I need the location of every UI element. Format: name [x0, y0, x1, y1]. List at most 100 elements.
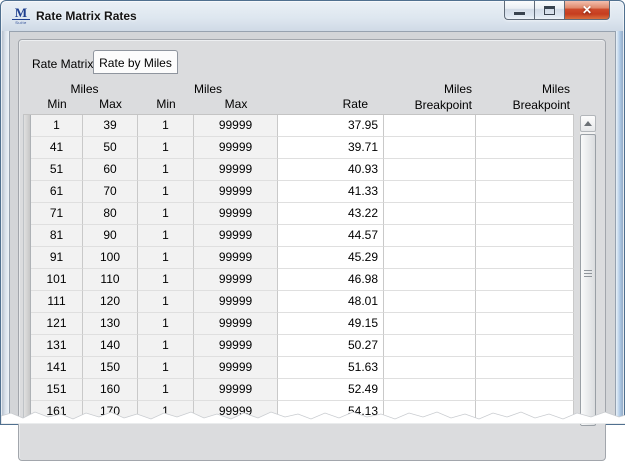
cell-miles-max[interactable]: 50 — [83, 137, 138, 159]
cell-miles-min[interactable]: 151 — [31, 379, 83, 401]
cell-miles-max[interactable]: 100 — [83, 247, 138, 269]
cell-miles-breakpoint-1[interactable] — [384, 225, 476, 247]
cell-miles-breakpoint-2[interactable] — [476, 379, 574, 401]
cell-rate[interactable]: 40.93 — [278, 159, 384, 181]
cell-rate[interactable]: 51.63 — [278, 357, 384, 379]
cell-rate[interactable]: 49.15 — [278, 313, 384, 335]
cell-miles-max[interactable]: 130 — [83, 313, 138, 335]
cell-miles-breakpoint-1[interactable] — [384, 379, 476, 401]
cell-miles2-max[interactable]: 99999 — [194, 159, 278, 181]
cell-miles-max[interactable]: 70 — [83, 181, 138, 203]
cell-miles-max[interactable]: 80 — [83, 203, 138, 225]
cell-rate[interactable]: 39.71 — [278, 137, 384, 159]
cell-miles2-max[interactable]: 99999 — [194, 225, 278, 247]
cell-miles-breakpoint-2[interactable] — [476, 357, 574, 379]
minimize-button[interactable] — [504, 1, 534, 20]
cell-rate[interactable]: 46.98 — [278, 269, 384, 291]
cell-miles-breakpoint-2[interactable] — [476, 269, 574, 291]
cell-miles-min[interactable]: 51 — [31, 159, 83, 181]
cell-miles2-max[interactable]: 99999 — [194, 357, 278, 379]
cell-rate[interactable]: 43.22 — [278, 203, 384, 225]
cell-miles-breakpoint-1[interactable] — [384, 335, 476, 357]
cell-miles-breakpoint-2[interactable] — [476, 313, 574, 335]
cell-miles2-min[interactable]: 1 — [138, 225, 194, 247]
cell-miles-max[interactable]: 140 — [83, 335, 138, 357]
cell-miles2-max[interactable]: 99999 — [194, 181, 278, 203]
cell-miles2-min[interactable]: 1 — [138, 313, 194, 335]
table-row[interactable]: 15116019999952.49 — [31, 379, 574, 401]
cell-miles-max[interactable]: 160 — [83, 379, 138, 401]
cell-miles2-min[interactable]: 1 — [138, 159, 194, 181]
table-row[interactable]: 13919999937.95 — [31, 115, 574, 137]
cell-miles-breakpoint-1[interactable] — [384, 203, 476, 225]
cell-miles-max[interactable]: 60 — [83, 159, 138, 181]
scrollbar-thumb[interactable] — [580, 134, 596, 426]
cell-rate[interactable]: 50.27 — [278, 335, 384, 357]
cell-miles2-min[interactable]: 1 — [138, 291, 194, 313]
cell-miles2-min[interactable]: 1 — [138, 203, 194, 225]
cell-miles-breakpoint-1[interactable] — [384, 247, 476, 269]
cell-miles2-max[interactable]: 99999 — [194, 335, 278, 357]
table-row[interactable]: 14115019999951.63 — [31, 357, 574, 379]
cell-miles-min[interactable]: 141 — [31, 357, 83, 379]
cell-miles2-max[interactable]: 99999 — [194, 379, 278, 401]
cell-miles-breakpoint-2[interactable] — [476, 159, 574, 181]
vertical-scrollbar[interactable] — [579, 115, 595, 426]
cell-miles-min[interactable]: 121 — [31, 313, 83, 335]
table-row[interactable]: 9110019999945.29 — [31, 247, 574, 269]
cell-miles-min[interactable]: 131 — [31, 335, 83, 357]
titlebar[interactable]: M Suite Rate Matrix Rates ✕ — [1, 1, 624, 31]
cell-miles2-min[interactable]: 1 — [138, 357, 194, 379]
cell-miles-breakpoint-1[interactable] — [384, 269, 476, 291]
cell-miles-breakpoint-2[interactable] — [476, 181, 574, 203]
table-row[interactable]: 617019999941.33 — [31, 181, 574, 203]
cell-miles2-max[interactable]: 99999 — [194, 203, 278, 225]
cell-miles-max[interactable]: 120 — [83, 291, 138, 313]
cell-miles-breakpoint-2[interactable] — [476, 203, 574, 225]
row-selector-strip[interactable] — [23, 115, 31, 423]
cell-miles-min[interactable]: 41 — [31, 137, 83, 159]
table-row[interactable]: 516019999940.93 — [31, 159, 574, 181]
cell-miles2-min[interactable]: 1 — [138, 335, 194, 357]
table-row[interactable]: 11112019999948.01 — [31, 291, 574, 313]
cell-miles-breakpoint-2[interactable] — [476, 115, 574, 137]
cell-miles-breakpoint-2[interactable] — [476, 291, 574, 313]
cell-miles-breakpoint-1[interactable] — [384, 357, 476, 379]
cell-miles-max[interactable]: 110 — [83, 269, 138, 291]
cell-miles-min[interactable]: 111 — [31, 291, 83, 313]
cell-miles-min[interactable]: 1 — [31, 115, 83, 137]
cell-rate[interactable]: 44.57 — [278, 225, 384, 247]
cell-miles2-min[interactable]: 1 — [138, 379, 194, 401]
table-row[interactable]: 819019999944.57 — [31, 225, 574, 247]
cell-miles-breakpoint-2[interactable] — [476, 137, 574, 159]
cell-rate[interactable]: 52.49 — [278, 379, 384, 401]
table-row[interactable]: 13114019999950.27 — [31, 335, 574, 357]
maximize-button[interactable] — [534, 1, 564, 20]
cell-miles-breakpoint-1[interactable] — [384, 137, 476, 159]
cell-miles-max[interactable]: 39 — [83, 115, 138, 137]
table-row[interactable]: 415019999939.71 — [31, 137, 574, 159]
cell-miles-breakpoint-1[interactable] — [384, 115, 476, 137]
cell-miles2-min[interactable]: 1 — [138, 269, 194, 291]
cell-miles2-max[interactable]: 99999 — [194, 291, 278, 313]
cell-miles-breakpoint-2[interactable] — [476, 247, 574, 269]
cell-miles2-max[interactable]: 99999 — [194, 269, 278, 291]
cell-miles-min[interactable]: 71 — [31, 203, 83, 225]
cell-miles2-min[interactable]: 1 — [138, 137, 194, 159]
cell-miles2-max[interactable]: 99999 — [194, 137, 278, 159]
cell-miles-breakpoint-1[interactable] — [384, 159, 476, 181]
tab-rate-matrix[interactable]: Rate Matrix — [32, 57, 93, 71]
cell-miles-min[interactable]: 91 — [31, 247, 83, 269]
close-button[interactable]: ✕ — [564, 1, 610, 20]
table-row[interactable]: 718019999943.22 — [31, 203, 574, 225]
cell-miles2-max[interactable]: 99999 — [194, 313, 278, 335]
cell-miles-max[interactable]: 90 — [83, 225, 138, 247]
cell-miles-min[interactable]: 101 — [31, 269, 83, 291]
cell-rate[interactable]: 41.33 — [278, 181, 384, 203]
cell-miles2-min[interactable]: 1 — [138, 181, 194, 203]
cell-miles-breakpoint-1[interactable] — [384, 313, 476, 335]
table-row[interactable]: 10111019999946.98 — [31, 269, 574, 291]
cell-miles2-max[interactable]: 99999 — [194, 115, 278, 137]
cell-rate[interactable]: 37.95 — [278, 115, 384, 137]
cell-miles2-min[interactable]: 1 — [138, 115, 194, 137]
